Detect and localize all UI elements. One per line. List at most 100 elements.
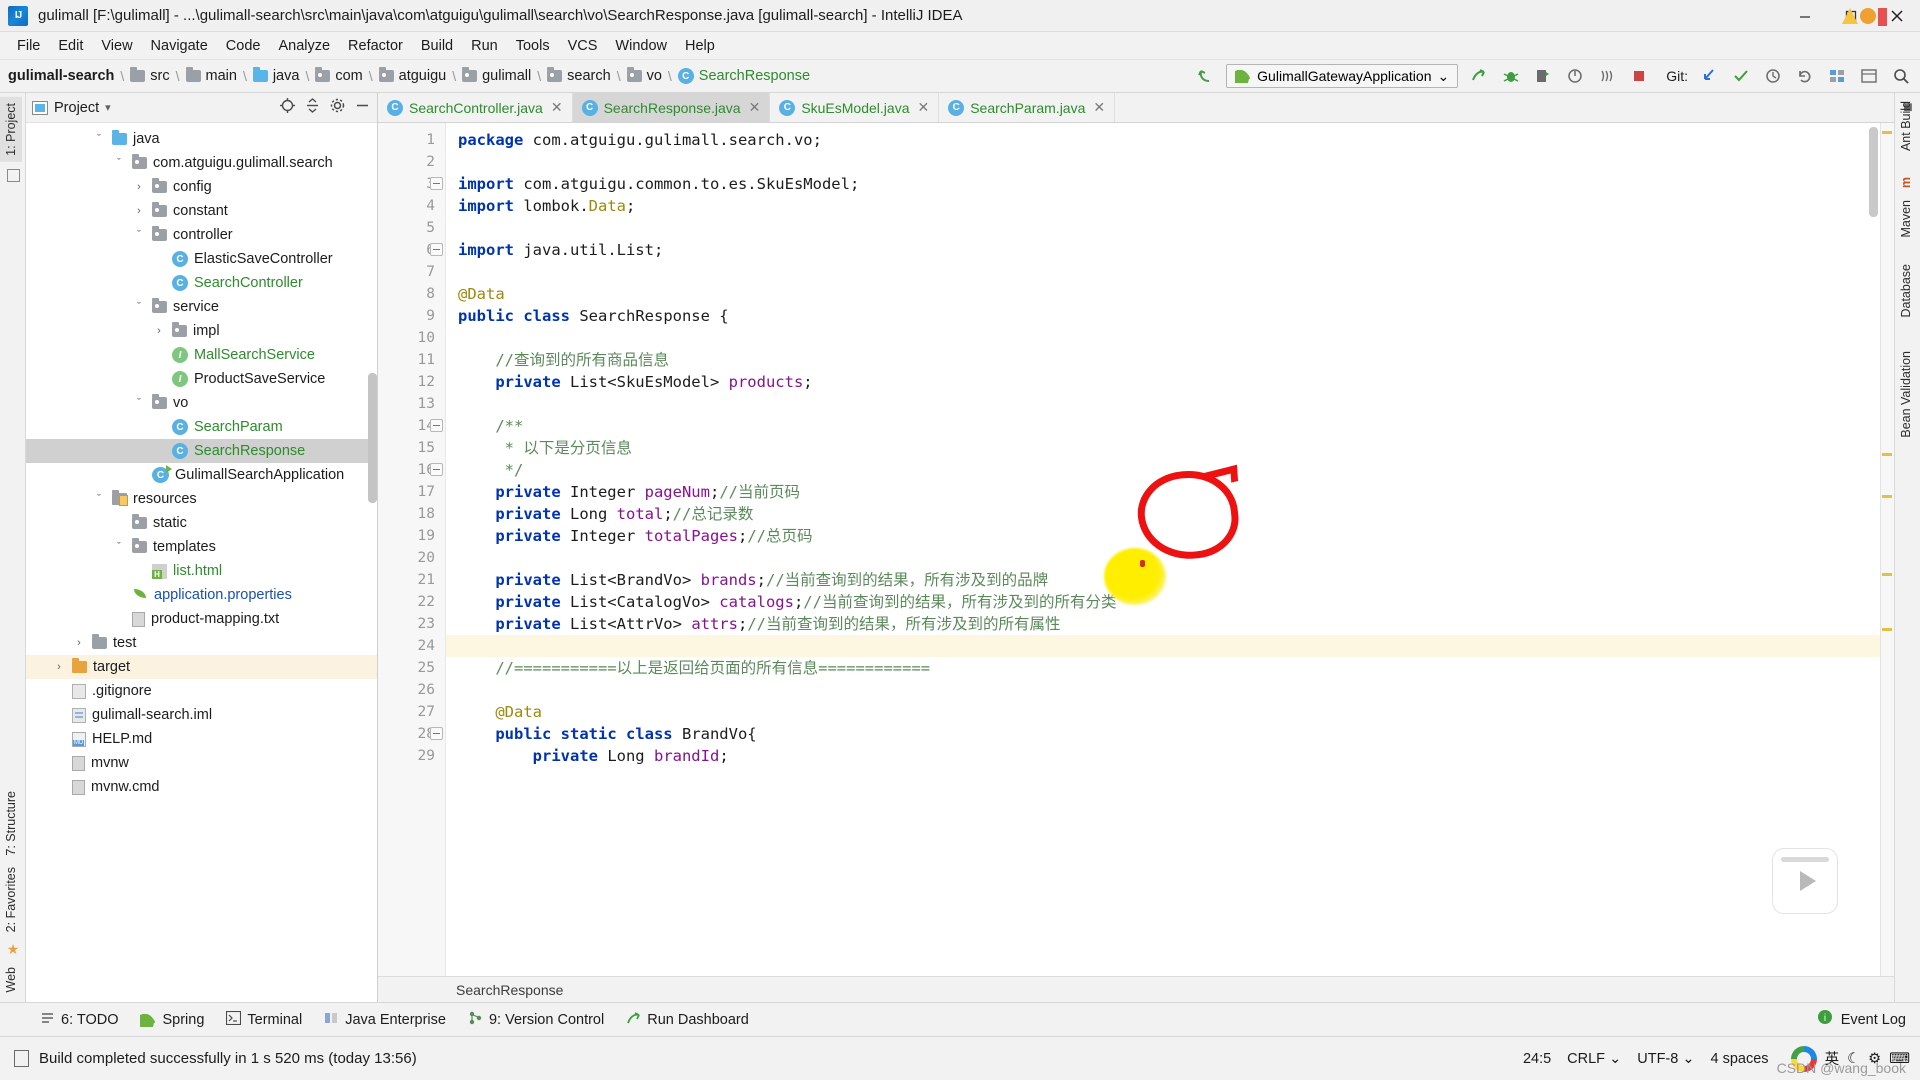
- code-line[interactable]: private Integer totalPages;//总页码: [446, 525, 1894, 547]
- code-line[interactable]: //查询到的所有商品信息: [446, 349, 1894, 371]
- menu-item-file[interactable]: File: [8, 35, 49, 57]
- git-history-button[interactable]: [1762, 65, 1784, 87]
- tool-button-project[interactable]: 1: Project: [0, 97, 22, 162]
- editor-tab[interactable]: C SearchController.java ✕: [378, 93, 573, 122]
- code-line[interactable]: public static class BrandVo{: [446, 723, 1894, 745]
- editor-tab[interactable]: C SearchParam.java ✕: [939, 93, 1116, 122]
- code-line[interactable]: private List<BrandVo> brands;//当前查询到的结果，…: [446, 569, 1894, 591]
- menu-item-analyze[interactable]: Analyze: [269, 35, 339, 57]
- code-line[interactable]: [446, 261, 1894, 283]
- run-button[interactable]: [1468, 65, 1490, 87]
- indent-widget[interactable]: 4 spaces: [1711, 1051, 1769, 1067]
- tree-item[interactable]: mvnw: [26, 751, 377, 775]
- tool-button-favorites[interactable]: 2: Favorites: [0, 861, 22, 938]
- tree-item[interactable]: GulimallSearchApplication: [26, 463, 377, 487]
- menu-item-tools[interactable]: Tools: [507, 35, 559, 57]
- settings-gear-icon[interactable]: [329, 97, 346, 119]
- code-line[interactable]: //===========以上是返回给页面的所有信息============: [446, 657, 1894, 679]
- code-line[interactable]: import com.atguigu.common.to.es.SkuEsMod…: [446, 173, 1894, 195]
- menu-item-help[interactable]: Help: [676, 35, 724, 57]
- git-commit-button[interactable]: [1730, 65, 1752, 87]
- caret-position[interactable]: 24:5: [1523, 1051, 1551, 1067]
- back-arrow-icon[interactable]: [1194, 65, 1216, 87]
- run-with-coverage-button[interactable]: [1532, 65, 1554, 87]
- breadcrumb-class[interactable]: C SearchResponse: [676, 66, 812, 86]
- tree-item[interactable]: C SearchController: [26, 271, 377, 295]
- menu-item-edit[interactable]: Edit: [49, 35, 92, 57]
- tool-button-java-enterprise[interactable]: Java Enterprise: [324, 1011, 446, 1029]
- tool-button-structure-small[interactable]: [0, 162, 26, 190]
- tree-item[interactable]: ˇ java: [26, 127, 377, 151]
- tool-button-web[interactable]: Web: [0, 961, 22, 998]
- breadcrumb-module[interactable]: gulimall-search: [6, 66, 116, 86]
- hide-panel-icon[interactable]: [354, 97, 371, 119]
- tree-item[interactable]: I MallSearchService: [26, 343, 377, 367]
- chevron-right-icon[interactable]: ›: [132, 205, 146, 217]
- tool-button-version-control[interactable]: 9: Version Control: [468, 1011, 604, 1029]
- editor-tab[interactable]: C SkuEsModel.java ✕: [770, 93, 940, 122]
- code-line[interactable]: [446, 679, 1894, 701]
- chevron-down-icon[interactable]: ˇ: [132, 397, 146, 409]
- code-fold-toggle[interactable]: [430, 727, 443, 740]
- tree-item[interactable]: I ProductSaveService: [26, 367, 377, 391]
- chevron-right-icon[interactable]: ›: [72, 637, 86, 649]
- breadcrumb-src[interactable]: src: [128, 66, 171, 86]
- tool-button-database[interactable]: Database: [1895, 258, 1917, 324]
- chevron-down-icon[interactable]: ˇ: [112, 157, 126, 169]
- code-line[interactable]: private List<SkuEsModel> products;: [446, 371, 1894, 393]
- chevron-down-icon[interactable]: ▾: [105, 101, 111, 114]
- code-line[interactable]: [446, 217, 1894, 239]
- chevron-right-icon[interactable]: ›: [132, 181, 146, 193]
- code-line[interactable]: private Long total;//总记录数: [446, 503, 1894, 525]
- menu-item-window[interactable]: Window: [606, 35, 676, 57]
- tree-item[interactable]: static: [26, 511, 377, 535]
- encoding-widget[interactable]: UTF-8 ⌄: [1637, 1051, 1694, 1067]
- code-line[interactable]: private List<AttrVo> attrs;//当前查询到的结果，所有…: [446, 613, 1894, 635]
- chevron-down-icon[interactable]: ˇ: [92, 493, 106, 505]
- minimize-button[interactable]: [1782, 0, 1828, 32]
- code-line[interactable]: * 以下是分页信息: [446, 437, 1894, 459]
- code-editor[interactable]: 1234567891011121314151617181920212223242…: [378, 123, 1894, 976]
- debug-button[interactable]: [1500, 65, 1522, 87]
- code-fold-toggle[interactable]: [430, 243, 443, 256]
- settings-button[interactable]: [1858, 65, 1880, 87]
- code-fold-toggle[interactable]: [430, 463, 443, 476]
- code-line[interactable]: package com.atguigu.gulimall.search.vo;: [446, 129, 1894, 151]
- code-line[interactable]: private Long brandId;: [446, 745, 1894, 767]
- tree-item[interactable]: product-mapping.txt: [26, 607, 377, 631]
- chevron-right-icon[interactable]: ›: [52, 661, 66, 673]
- code-line[interactable]: public class SearchResponse {: [446, 305, 1894, 327]
- floating-preview-widget[interactable]: [1772, 848, 1838, 914]
- breadcrumb-vo[interactable]: vo: [625, 66, 664, 86]
- attach-process-button[interactable]: [1596, 65, 1618, 87]
- collapse-all-icon[interactable]: [304, 97, 321, 119]
- tree-item[interactable]: ˇ resources: [26, 487, 377, 511]
- tree-item[interactable]: › config: [26, 175, 377, 199]
- menu-item-navigate[interactable]: Navigate: [142, 35, 217, 57]
- tool-button-structure[interactable]: 7: Structure: [0, 785, 22, 862]
- error-stripe-markers[interactable]: [1880, 123, 1894, 976]
- editor-tab-close-icon[interactable]: ✕: [917, 99, 929, 116]
- tool-button-terminal[interactable]: Terminal: [226, 1010, 302, 1029]
- code-fold-toggle[interactable]: [430, 419, 443, 432]
- chevron-right-icon[interactable]: ›: [152, 325, 166, 337]
- tree-item[interactable]: › constant: [26, 199, 377, 223]
- stop-button[interactable]: [1628, 65, 1650, 87]
- tree-item[interactable]: ˇ vo: [26, 391, 377, 415]
- breadcrumb-gulimall[interactable]: gulimall: [460, 66, 533, 86]
- editor-tab[interactable]: C SearchResponse.java ✕: [572, 93, 771, 122]
- code-line[interactable]: private Integer pageNum;//当前页码: [446, 481, 1894, 503]
- tree-item[interactable]: gulimall-search.iml: [26, 703, 377, 727]
- breadcrumb-com[interactable]: com: [313, 66, 364, 86]
- code-fold-toggle[interactable]: [430, 177, 443, 190]
- chevron-down-icon[interactable]: ˇ: [92, 133, 106, 145]
- code-line[interactable]: */: [446, 459, 1894, 481]
- menu-item-run[interactable]: Run: [462, 35, 507, 57]
- code-line[interactable]: [446, 635, 1894, 657]
- chevron-down-icon[interactable]: ˇ: [132, 229, 146, 241]
- tree-item[interactable]: application.properties: [26, 583, 377, 607]
- tool-button-run-dashboard[interactable]: Run Dashboard: [626, 1011, 749, 1029]
- chevron-down-icon[interactable]: ˇ: [132, 301, 146, 313]
- editor-tab-close-icon[interactable]: ✕: [749, 99, 761, 116]
- project-tree-scrollbar[interactable]: [368, 373, 377, 503]
